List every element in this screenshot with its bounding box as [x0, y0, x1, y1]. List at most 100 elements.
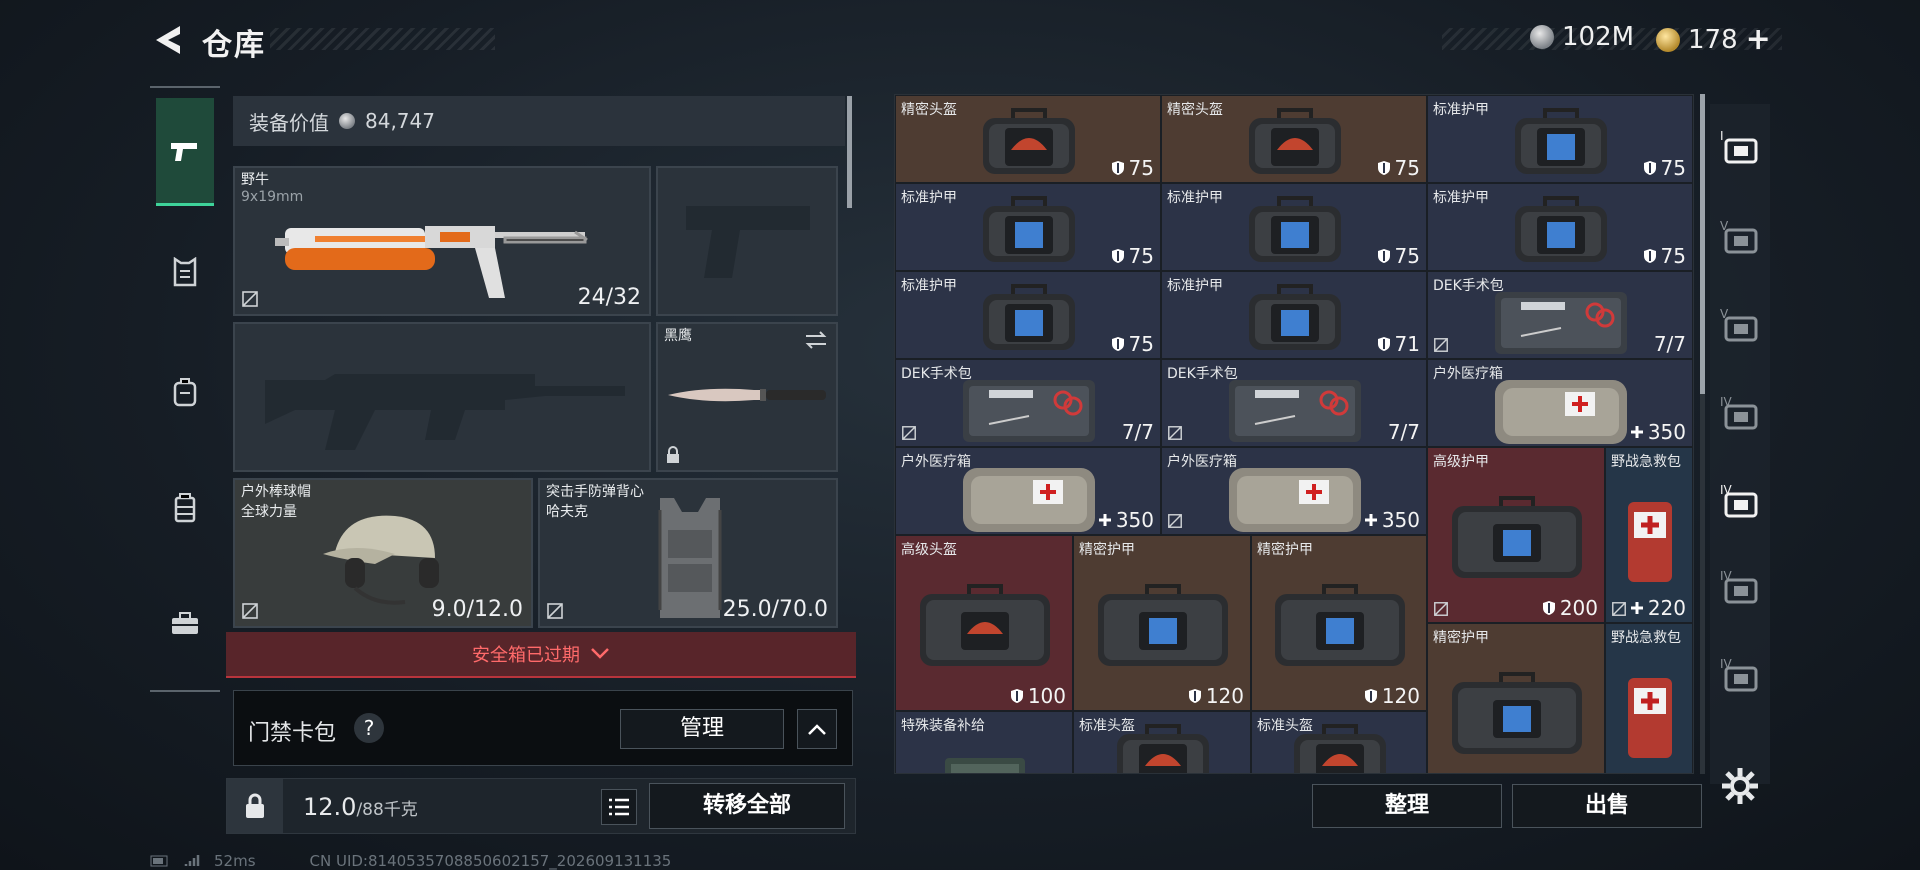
silver-amount: 102M [1562, 22, 1635, 52]
storage-scroll-thumb[interactable] [1700, 94, 1705, 394]
storage-item[interactable]: DEK手术包 7/7 [895, 359, 1161, 447]
shield-icon [1377, 337, 1390, 351]
melee-slot[interactable]: 黑鹰 [656, 322, 838, 472]
storage-item[interactable]: DEK手术包 7/7 [1161, 359, 1427, 447]
item-value-text: 220 [1647, 596, 1686, 620]
storage-item[interactable]: 特殊装备补给 [895, 711, 1073, 773]
swap-icon[interactable] [804, 330, 828, 350]
storage-page-tab[interactable]: I [1716, 122, 1764, 170]
collapse-button[interactable] [797, 709, 837, 749]
nav-backpack[interactable] [156, 338, 214, 446]
no-insurance-icon [902, 426, 916, 440]
storage-item[interactable]: 精密护甲 120 [1251, 535, 1427, 711]
storage-item[interactable]: 高级护甲 200 [1427, 447, 1605, 623]
storage-scrollbar[interactable] [1700, 94, 1705, 774]
nav-weapons[interactable] [156, 98, 214, 206]
no-insurance-icon [547, 603, 563, 619]
storage-item[interactable]: 标准护甲 75 [895, 271, 1161, 359]
storage-item[interactable]: 标准护甲 75 [1427, 183, 1693, 271]
item-value: 75 [1643, 244, 1686, 268]
vest-durability: 25.0/70.0 [722, 597, 828, 622]
sort-button[interactable]: 整理 [1312, 784, 1502, 828]
storage-item[interactable]: 精密头盔 75 [1161, 95, 1427, 183]
add-currency-button[interactable]: + [1746, 22, 1771, 57]
item-value: 120 [1364, 684, 1420, 708]
gold-amount: 178 [1688, 24, 1738, 55]
heal-plus-icon [1098, 514, 1111, 526]
item-name: 标准护甲 [1433, 190, 1489, 206]
safe-box-expired-banner[interactable]: 安全箱已过期 [226, 632, 856, 678]
storage-item[interactable]: DEK手术包 7/7 [1427, 271, 1693, 359]
storage-item[interactable]: 野战急救包 220 [1605, 447, 1693, 623]
pistol-slot[interactable] [656, 166, 838, 316]
storage-item[interactable]: 精密护甲 120 [1073, 535, 1251, 711]
storage-item[interactable]: 户外医疗箱 350 [1427, 359, 1693, 447]
storage-item[interactable]: 标准护甲 75 [895, 183, 1161, 271]
ping-value: 52ms [214, 852, 256, 870]
shield-icon [1111, 337, 1124, 351]
shield-icon [1188, 689, 1201, 703]
left-category-nav [150, 86, 220, 692]
item-value: 350 [1098, 508, 1154, 532]
manage-button[interactable]: 管理 [620, 709, 784, 749]
silver-coin-icon [1530, 25, 1554, 49]
page-title: 仓库 [202, 28, 266, 63]
list-icon [609, 798, 629, 816]
storage-item[interactable]: 高级头盔 100 [895, 535, 1073, 711]
storage-item[interactable]: 标准头盔 [1251, 711, 1427, 773]
nav-case[interactable] [156, 570, 214, 678]
status-footer: 52ms CN UID:8140535708850602157_20260913… [150, 852, 671, 870]
storage-page-tab[interactable]: V [1716, 300, 1764, 348]
storage-item[interactable]: 标准护甲 75 [1161, 183, 1427, 271]
nav-rig[interactable] [156, 454, 214, 562]
helmet-name: 户外棒球帽 [241, 484, 311, 500]
item-value: 75 [1643, 156, 1686, 180]
safe-box-expired-label: 安全箱已过期 [472, 645, 580, 666]
move-all-button[interactable]: 转移全部 [649, 783, 845, 829]
item-value-text: 75 [1128, 156, 1154, 180]
storage-item[interactable]: 精密护甲 [1427, 623, 1605, 773]
item-value-text: 75 [1394, 156, 1420, 180]
equipment-scrollbar[interactable] [847, 96, 852, 208]
item-name: 精密护甲 [1079, 542, 1135, 558]
storage-page-tab[interactable]: V [1716, 212, 1764, 260]
no-insurance-icon [1434, 602, 1448, 616]
vest-slot[interactable]: 突击手防弹背心 哈夫克 25.0/70.0 [538, 478, 838, 628]
item-name: DEK手术包 [1167, 366, 1238, 382]
storage-item[interactable]: 精密头盔 75 [895, 95, 1161, 183]
storage-item[interactable]: 野战急救包 [1605, 623, 1693, 773]
storage-page-icon: V [1720, 219, 1758, 254]
primary-weapon-slot[interactable]: 野牛 9x19mm 24/32 [233, 166, 651, 316]
storage-item[interactable]: 户外医疗箱 350 [895, 447, 1161, 535]
storage-page-tab[interactable]: IV [1716, 650, 1764, 698]
storage-item[interactable]: 标准护甲 75 [1427, 95, 1693, 183]
nav-armor[interactable] [156, 218, 214, 326]
helmet-brand: 全球力量 [241, 504, 297, 520]
sell-button[interactable]: 出售 [1512, 784, 1702, 828]
storage-page-tab[interactable]: IV [1716, 562, 1764, 610]
back-icon[interactable] [150, 22, 184, 58]
storage-item[interactable]: 标准护甲 71 [1161, 271, 1427, 359]
secondary-weapon-slot[interactable] [233, 322, 651, 472]
help-button[interactable]: ? [354, 713, 384, 743]
item-value-text: 350 [1115, 508, 1154, 532]
weight-bar: 12.0/88千克 转移全部 [226, 778, 856, 834]
storage-page-tab[interactable]: IV [1716, 388, 1764, 436]
storage-page-tab[interactable]: IV [1716, 476, 1764, 524]
helmet-slot[interactable]: 户外棒球帽 全球力量 9.0/12.0 [233, 478, 533, 628]
lock-toggle[interactable] [227, 779, 283, 833]
pistol-silhouette-icon [686, 206, 810, 278]
storage-page-icon: I [1720, 129, 1758, 164]
item-value: 200 [1542, 596, 1598, 620]
item-name: 精密护甲 [1433, 630, 1489, 646]
storage-actions: 整理 出售 [894, 780, 1702, 834]
storage-item[interactable]: 户外医疗箱 350 [1161, 447, 1427, 535]
list-view-button[interactable] [601, 789, 637, 825]
vest-name: 突击手防弹背心 [546, 484, 644, 500]
gear-icon[interactable] [1718, 764, 1762, 808]
storage-item[interactable]: 标准头盔 [1073, 711, 1251, 773]
item-name: DEK手术包 [1433, 278, 1504, 294]
chest-rig-icon [174, 493, 196, 523]
item-value-text: 100 [1027, 684, 1066, 708]
key-bag-label: 门禁卡包 [248, 721, 337, 746]
